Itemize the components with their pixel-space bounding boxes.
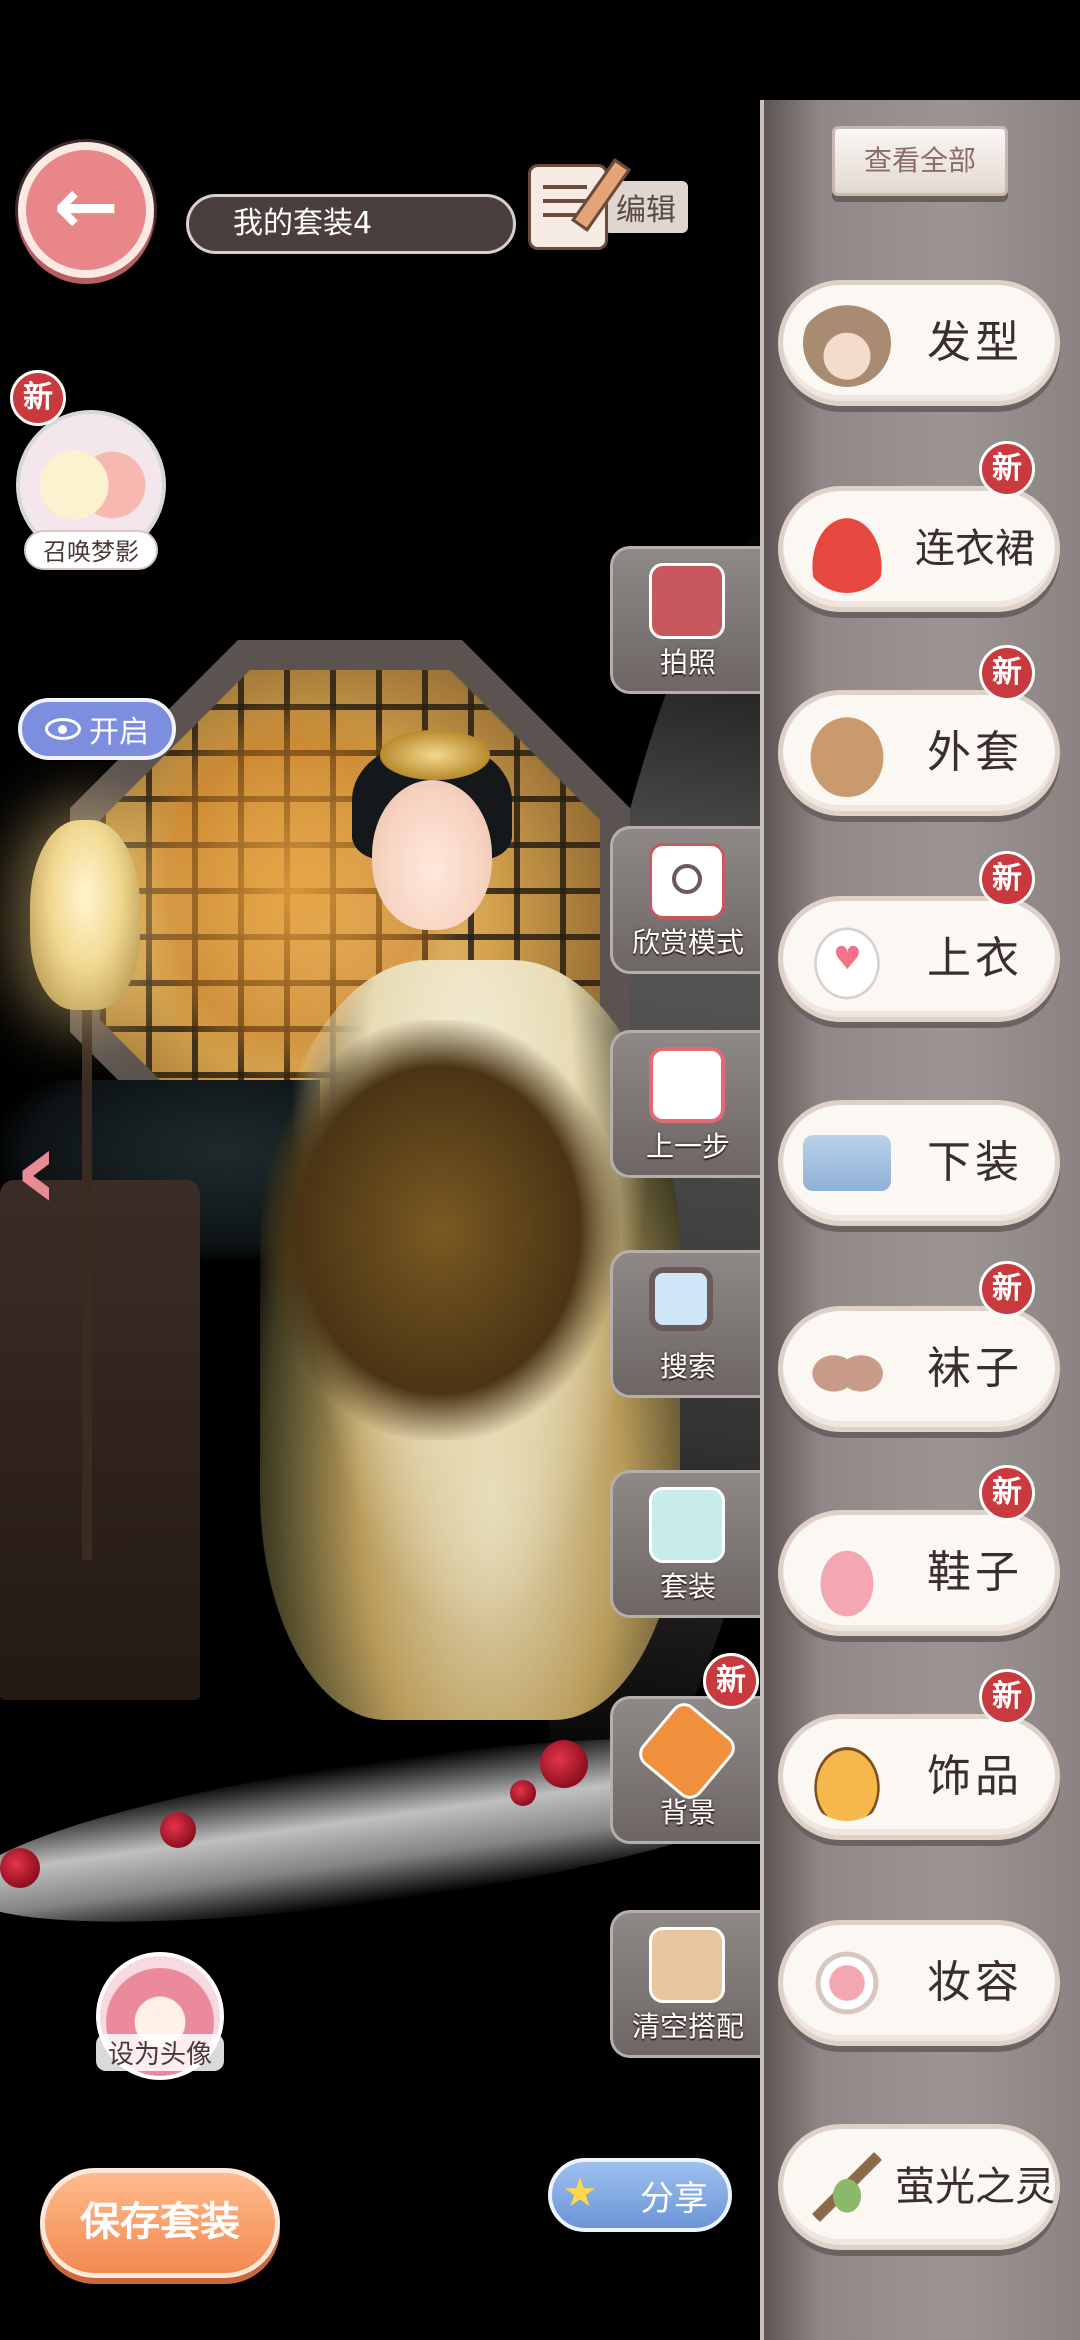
tool-label: 上一步 [645,1130,730,1163]
hat-icon [803,1733,891,1821]
photo-button[interactable]: 拍照 [610,546,760,694]
category-label: 袜子 [927,1343,1023,1394]
category-label: 萤光之灵 [895,2164,1055,2210]
undo-icon [649,1047,725,1123]
category-hairstyle[interactable]: 发型 [778,280,1060,406]
category-label: 饰品 [927,1751,1023,1802]
edit-notepad-icon [528,164,608,250]
undo-button[interactable]: 上一步 [610,1030,760,1178]
character-robe [260,1020,620,1440]
category-shoes[interactable]: 鞋子 新 [778,1465,1060,1636]
suit-button[interactable]: 套装 [610,1470,760,1618]
tool-label: 套装 [659,1570,716,1603]
tool-label: 拍照 [659,646,716,679]
rose [0,1848,40,1888]
makeup-icon [803,1939,891,2027]
category-label: 上衣 [927,933,1023,984]
edit-button[interactable]: 编辑 [528,162,698,252]
toggle-label: 开启 [89,715,149,750]
search-button[interactable]: 搜索 [610,1250,760,1398]
lantern [30,820,140,1010]
tool-label: 欣赏模式 [631,926,744,959]
category-label: 外套 [927,727,1023,778]
category-label: 发型 [927,317,1023,368]
category-bottoms[interactable]: 下装 [778,1100,1060,1226]
category-makeup[interactable]: 妆容 [778,1920,1060,2046]
new-badge: 新 [10,370,66,426]
set-avatar-label: 设为头像 [96,2034,224,2071]
character-crown [380,730,490,780]
clear-outfit-button[interactable]: 清空搭配 [610,1910,760,2058]
rose [160,1812,196,1848]
new-badge: 新 [979,1261,1035,1317]
album-icon [649,563,725,639]
tool-label: 搜索 [659,1350,716,1383]
tool-label: 背景 [659,1796,716,1829]
socks-icon [803,1325,891,1413]
outfit-name-field[interactable]: 我的套装4 [186,194,516,254]
summon-dream-shadow-button[interactable]: 新 召唤梦影 [10,370,170,570]
pants-icon [803,1135,891,1191]
view-all-button[interactable]: 查看全部 [832,126,1008,196]
camera-icon [649,843,725,919]
coat-icon [803,709,891,797]
suit-icon [649,1487,725,1563]
category-coat[interactable]: 外套 新 [778,645,1060,816]
character-face [372,780,492,930]
category-socks[interactable]: 袜子 新 [778,1261,1060,1432]
dress-icon [803,505,891,593]
new-badge: 新 [703,1653,759,1709]
set-as-avatar-button[interactable]: 设为头像 [96,1952,224,2092]
back-button[interactable]: ← [18,142,154,278]
clear-outfit-icon [649,1927,725,2003]
category-dress[interactable]: 连衣裙 新 [778,441,1060,612]
chevron-left-icon[interactable]: ‹ [14,1115,74,1225]
shirt-icon [803,915,891,1003]
summon-label: 召唤梦影 [24,530,158,570]
search-icon [649,1267,713,1331]
rose [510,1780,536,1806]
appreciate-mode-button[interactable]: 欣赏模式 [610,826,760,974]
eye-icon [45,718,81,740]
tool-label: 清空搭配 [631,2010,744,2043]
share-label: 分享 [640,2178,708,2219]
brush-icon [633,1697,741,1805]
new-badge: 新 [979,441,1035,497]
arrow-left-icon: ← [53,162,119,252]
category-accessories[interactable]: 饰品 新 [778,1669,1060,1840]
hair-icon [803,299,891,387]
category-label: 下装 [927,1137,1023,1188]
rose [540,1740,588,1788]
shoes-icon [803,1529,891,1617]
visibility-toggle[interactable]: 开启 [18,698,176,760]
category-top[interactable]: 上衣 新 [778,851,1060,1022]
share-button[interactable]: ★ 分享 [548,2158,732,2232]
category-label: 连衣裙 [915,526,1035,572]
category-label: 鞋子 [927,1547,1023,1598]
new-badge: 新 [979,1465,1035,1521]
new-badge: 新 [979,851,1035,907]
new-badge: 新 [979,645,1035,701]
category-label: 妆容 [927,1957,1023,2008]
star-icon: ★ [562,2170,598,2216]
wooden-lantern-stand [0,1180,200,1700]
new-badge: 新 [979,1669,1035,1725]
background-button[interactable]: 背景 新 [610,1653,760,1844]
save-outfit-button[interactable]: 保存套装 [40,2168,280,2278]
sprite-icon [803,2143,891,2231]
category-firefly-spirit[interactable]: 萤光之灵 [778,2124,1060,2250]
lantern-pole [82,1000,92,1560]
